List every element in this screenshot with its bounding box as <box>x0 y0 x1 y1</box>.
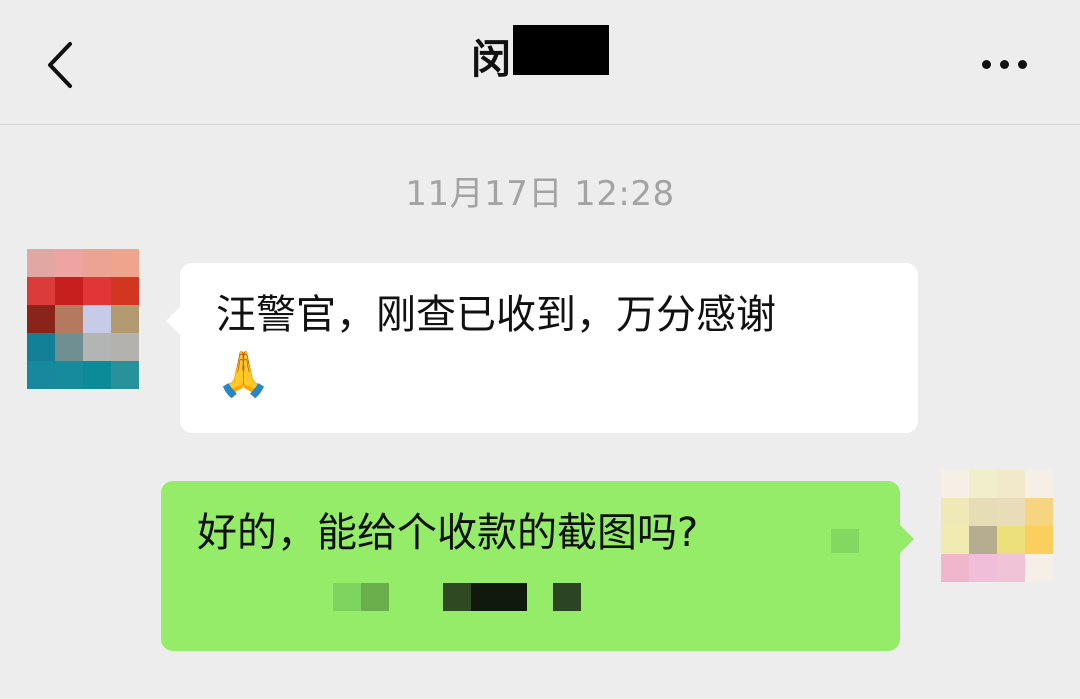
avatar-pixel <box>941 470 969 498</box>
message-timestamp: 11月17日 12:28 <box>405 174 675 214</box>
chat-title: 闵 <box>0 25 1080 92</box>
avatar-pixel <box>941 554 969 582</box>
avatar-pixel <box>997 554 1025 582</box>
redaction-mosaic <box>831 529 859 553</box>
avatar-pixel <box>941 498 969 526</box>
redaction-mosaic <box>553 583 581 611</box>
more-horizontal-icon <box>981 59 991 69</box>
avatar-pixel <box>969 470 997 498</box>
avatar-pixel <box>83 333 111 361</box>
nav-bar: 闵 <box>0 0 1080 125</box>
chat-title-text: 闵 <box>471 37 511 83</box>
avatar-pixel <box>83 277 111 305</box>
avatar-pixel <box>111 305 139 333</box>
avatar-pixel <box>55 305 83 333</box>
avatar-pixel <box>997 470 1025 498</box>
more-button[interactable] <box>968 42 1040 86</box>
avatar-pixel <box>111 277 139 305</box>
contact-avatar[interactable] <box>27 249 139 389</box>
avatar-pixel <box>997 526 1025 554</box>
avatar-pixel <box>1025 554 1053 582</box>
incoming-message-text: 汪警官，刚查已收到，万分感谢 <box>216 292 776 338</box>
more-dot <box>1017 59 1027 69</box>
avatar-pixel <box>27 277 55 305</box>
avatar-pixel <box>1025 470 1053 498</box>
incoming-message-bubble[interactable]: 汪警官，刚查已收到，万分感谢 🙏 <box>166 263 918 433</box>
my-avatar[interactable] <box>941 470 1053 582</box>
redaction-mosaic <box>361 583 389 611</box>
avatar-pixel <box>997 498 1025 526</box>
avatar-pixel <box>111 361 139 389</box>
avatar-pixel <box>1025 526 1053 554</box>
avatar-pixel <box>27 333 55 361</box>
avatar-pixel <box>27 249 55 277</box>
avatar-pixel <box>55 249 83 277</box>
folded-hands-emoji: 🙏 <box>216 349 271 400</box>
avatar-pixel <box>83 361 111 389</box>
avatar-pixel <box>55 361 83 389</box>
avatar-pixel <box>55 277 83 305</box>
redaction-mosaic <box>471 583 527 611</box>
outgoing-message-text: 好的，能给个收款的截图吗? <box>197 510 699 556</box>
redaction-mosaic <box>443 583 471 611</box>
avatar-pixel <box>969 498 997 526</box>
avatar-pixel <box>1025 498 1053 526</box>
avatar-pixel <box>55 333 83 361</box>
avatar-pixel <box>941 526 969 554</box>
avatar-pixel <box>83 305 111 333</box>
avatar-pixel <box>111 249 139 277</box>
avatar-pixel <box>83 249 111 277</box>
avatar-pixel <box>27 305 55 333</box>
title-redaction <box>513 25 609 75</box>
outgoing-message-bubble[interactable]: 好的，能给个收款的截图吗? <box>161 481 914 651</box>
redaction-mosaic <box>333 583 361 611</box>
more-dot <box>999 59 1009 69</box>
avatar-pixel <box>27 361 55 389</box>
avatar-pixel <box>969 526 997 554</box>
avatar-pixel <box>111 333 139 361</box>
avatar-pixel <box>969 554 997 582</box>
